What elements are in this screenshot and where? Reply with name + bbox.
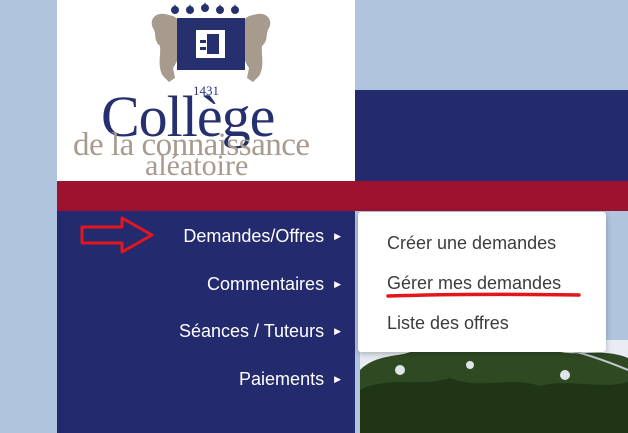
nav-item-label: Demandes/Offres (183, 225, 325, 246)
nav-item-seances-tuteurs[interactable]: Séances / Tuteurs ▶ (179, 318, 341, 344)
chevron-right-icon: ▶ (334, 278, 341, 289)
submenu-item-liste-offres[interactable]: Liste des offres (387, 313, 509, 334)
college-logo: 1431 Collège de la connaissance aléatoir… (57, 0, 355, 181)
header-band (355, 90, 628, 182)
submenu-dropdown: Créer une demandes Gérer mes demandes Li… (358, 212, 606, 352)
nav-item-commentaires[interactable]: Commentaires ▶ (207, 271, 341, 297)
red-underline (386, 292, 581, 298)
red-outline-arrow-icon (80, 216, 154, 254)
chevron-right-icon: ▶ (334, 325, 341, 336)
submenu-item-creer-demande[interactable]: Créer une demandes (387, 233, 556, 254)
tree-photo-image (360, 340, 628, 433)
chevron-right-icon: ▶ (334, 230, 341, 241)
campus-photo (360, 340, 628, 433)
nav-item-label: Séances / Tuteurs (178, 320, 325, 341)
red-accent-band (57, 181, 628, 211)
logo-subtitle-line2: aléatoire (145, 149, 249, 181)
chevron-right-icon: ▶ (334, 373, 341, 384)
nav-item-paiements[interactable]: Paiements ▶ (239, 366, 341, 392)
nav-item-label: Paiements (239, 368, 325, 389)
nav-item-demandes-offres[interactable]: Demandes/Offres ▶ (183, 223, 341, 249)
nav-item-label: Commentaires (207, 273, 325, 294)
